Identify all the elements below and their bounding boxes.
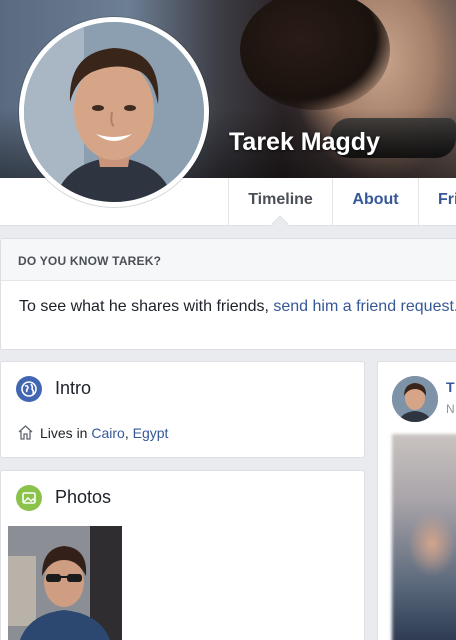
post-author-avatar[interactable] — [392, 376, 438, 422]
post-author-name[interactable]: T — [446, 379, 455, 395]
post-subtitle: N — [446, 402, 455, 416]
avatar-face-illustration — [24, 22, 204, 202]
photos-title[interactable]: Photos — [55, 487, 111, 508]
avatar — [24, 22, 204, 202]
send-friend-request-link[interactable]: send him a friend request. — [273, 298, 456, 315]
intro-card: Intro Lives in Cairo, Egypt — [0, 361, 365, 458]
post-image[interactable] — [392, 434, 456, 640]
globe-icon — [16, 376, 42, 402]
friend-request-box: DO YOU KNOW TAREK? To see what he shares… — [0, 238, 456, 350]
home-icon — [18, 425, 33, 440]
photo-illustration — [8, 526, 122, 640]
intro-title: Intro — [55, 378, 92, 398]
tab-friends[interactable]: Fri — [418, 178, 456, 225]
profile-picture[interactable] — [19, 17, 209, 207]
profile-name[interactable]: Tarek Magdy — [229, 128, 380, 157]
photo-thumbnail[interactable] — [8, 526, 122, 640]
tab-about[interactable]: About — [332, 178, 418, 225]
lives-in-row: Lives in Cairo, Egypt — [17, 424, 168, 441]
photos-icon — [16, 485, 42, 511]
friend-request-prompt: To see what he shares with friends, — [19, 298, 274, 315]
friend-request-heading: DO YOU KNOW TAREK? — [1, 239, 456, 281]
friend-request-text: To see what he shares with friends, send… — [1, 281, 456, 316]
lives-in-label: Lives in — [40, 425, 92, 441]
location-separator: , — [124, 425, 133, 441]
cover-hair-shape — [240, 0, 390, 110]
photos-card: Photos — [0, 470, 365, 640]
post-card: T N — [377, 361, 456, 640]
country-link[interactable]: Egypt — [133, 425, 169, 441]
city-link[interactable]: Cairo — [91, 425, 124, 441]
